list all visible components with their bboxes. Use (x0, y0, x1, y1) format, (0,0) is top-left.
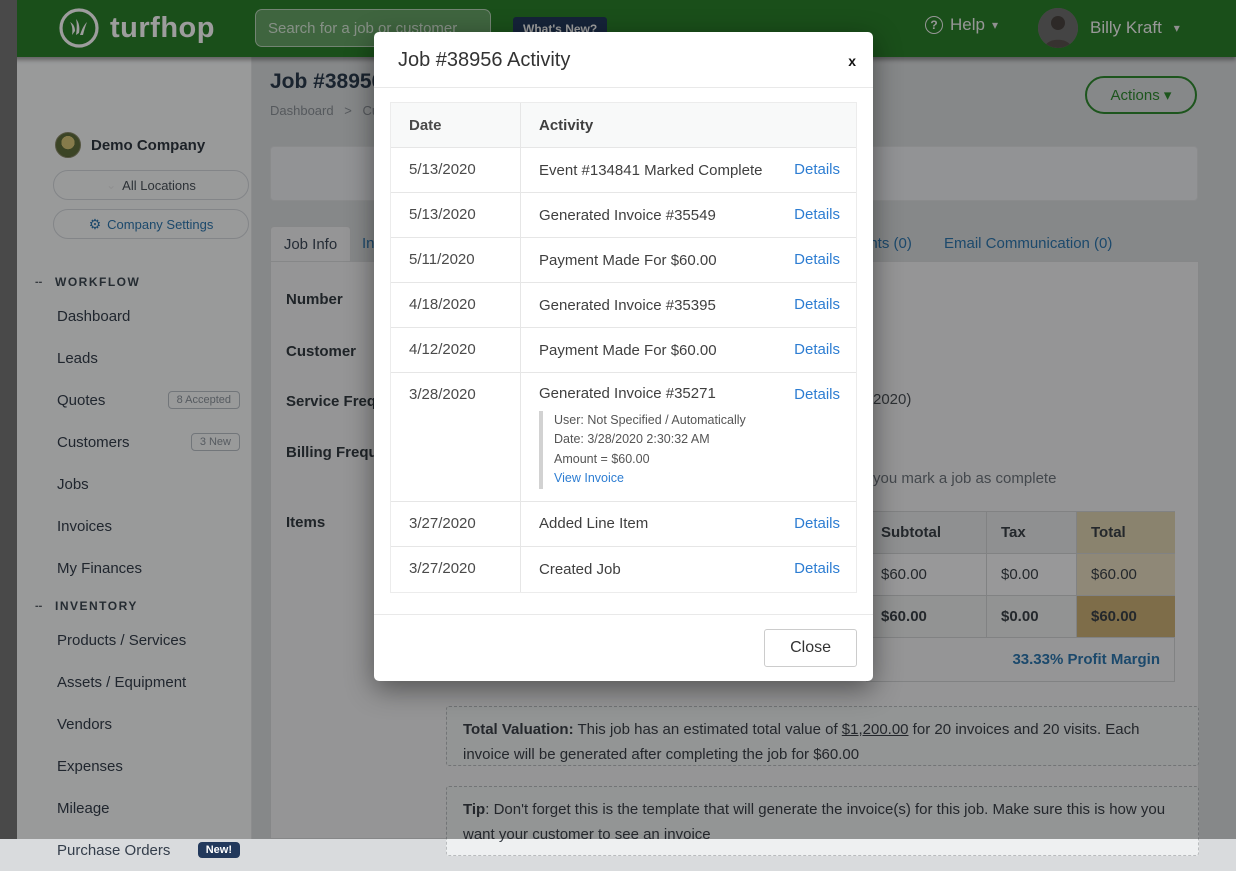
modal-title: Job #38956 Activity (398, 49, 849, 72)
activity-date: 3/27/2020 (391, 547, 521, 592)
activity-row: 5/13/2020 Event #134841 Marked Complete … (391, 148, 856, 193)
column-header-date: Date (391, 103, 521, 147)
modal-footer: Close (374, 614, 873, 681)
activity-details: User: Not Specified / Automatically Date… (539, 411, 774, 489)
activity-row: 5/11/2020 Payment Made For $60.00 Detail… (391, 238, 856, 283)
details-link[interactable]: Details (780, 328, 856, 358)
activity-table: Date Activity 5/13/2020 Event #134841 Ma… (390, 102, 857, 593)
detail-amount-line: Amount = $60.00 (554, 450, 774, 469)
details-link[interactable]: Details (780, 148, 856, 178)
activity-date: 3/27/2020 (391, 502, 521, 546)
activity-text: Event #134841 Marked Complete (521, 150, 780, 191)
activity-row: 3/27/2020 Created Job Details (391, 547, 856, 592)
activity-row: 5/13/2020 Generated Invoice #35549 Detai… (391, 193, 856, 238)
details-link[interactable]: Details (780, 193, 856, 223)
close-button[interactable]: Close (764, 629, 857, 667)
details-link[interactable]: Details (780, 283, 856, 313)
activity-text: Generated Invoice #35395 (521, 285, 780, 326)
detail-user-line: User: Not Specified / Automatically (554, 411, 774, 430)
close-icon[interactable]: x (848, 54, 856, 68)
activity-text: Created Job (521, 549, 780, 590)
details-link[interactable]: Details (780, 547, 856, 577)
activity-date: 4/18/2020 (391, 283, 521, 327)
details-link[interactable]: Details (780, 502, 856, 532)
activity-row: 3/27/2020 Added Line Item Details (391, 502, 856, 547)
activity-row: 4/18/2020 Generated Invoice #35395 Detai… (391, 283, 856, 328)
job-activity-modal: Job #38956 Activity x Date Activity 5/13… (374, 32, 873, 681)
activity-row: 4/12/2020 Payment Made For $60.00 Detail… (391, 328, 856, 373)
modal-header: Job #38956 Activity x (374, 32, 873, 88)
sidebar-item-label: Purchase Orders (57, 842, 170, 859)
details-link[interactable]: Details (780, 373, 856, 403)
activity-date: 5/11/2020 (391, 238, 521, 282)
activity-date: 3/28/2020 (391, 373, 521, 501)
activity-date: 5/13/2020 (391, 148, 521, 192)
column-header-activity: Activity (521, 105, 780, 146)
activity-date: 4/12/2020 (391, 328, 521, 372)
activity-date: 5/13/2020 (391, 193, 521, 237)
sidebar-badge: New! (198, 842, 240, 858)
view-invoice-link[interactable]: View Invoice (554, 469, 774, 488)
activity-text: Generated Invoice #35549 (521, 195, 780, 236)
details-link[interactable]: Details (780, 238, 856, 268)
detail-date-line: Date: 3/28/2020 2:30:32 AM (554, 430, 774, 449)
activity-text: Added Line Item (521, 503, 780, 544)
modal-body: Date Activity 5/13/2020 Event #134841 Ma… (374, 88, 873, 614)
activity-text: Generated Invoice #35271 User: Not Speci… (521, 373, 780, 501)
activity-rows: 5/13/2020 Event #134841 Marked Complete … (391, 148, 856, 592)
activity-text: Payment Made For $60.00 (521, 240, 780, 281)
activity-table-header: Date Activity (391, 103, 856, 148)
activity-row: 3/28/2020 Generated Invoice #35271 User:… (391, 373, 856, 502)
activity-text: Payment Made For $60.00 (521, 330, 780, 371)
